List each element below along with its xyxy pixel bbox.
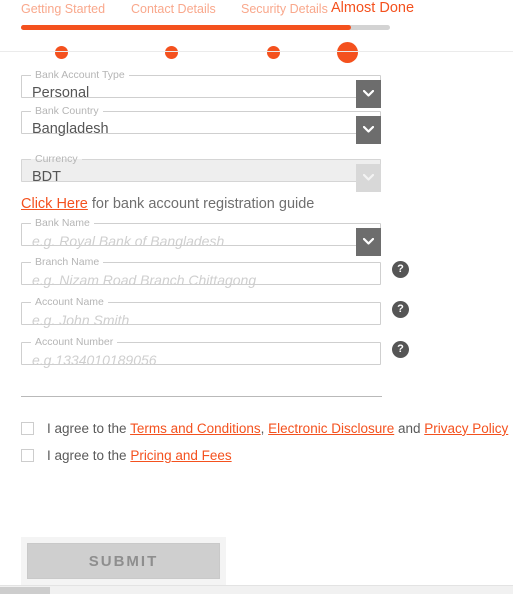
stepper-label-2: Security Details xyxy=(241,2,328,16)
field-label: Account Number xyxy=(35,336,114,348)
field-select[interactable]: Bank Name e.g. Royal Bank of Bangladesh xyxy=(21,217,381,256)
field-placeholder: e.g.1334010189056 xyxy=(32,351,157,368)
field-row: Bank Name e.g. Royal Bank of Bangladesh xyxy=(0,217,513,256)
field-row: Bank Account Type Personal xyxy=(0,69,513,108)
stepper-track xyxy=(21,25,390,63)
agreement-checkbox[interactable] xyxy=(21,421,34,435)
agreement-link[interactable]: Terms and Conditions xyxy=(130,421,261,436)
stepper-dot-0[interactable] xyxy=(54,46,68,59)
field-input[interactable]: Account Name e.g. John Smith xyxy=(21,296,381,328)
field-label: Bank Name xyxy=(35,217,90,229)
field-label: Branch Name xyxy=(35,256,100,268)
agreement-plain-text: and xyxy=(394,420,425,436)
stepper-label-0: Getting Started xyxy=(21,2,106,16)
chevron-down-icon[interactable] xyxy=(356,79,381,108)
field-select[interactable]: Bank Account Type Personal xyxy=(21,69,381,108)
registration-guide-line: Click Here for bank account registration… xyxy=(21,196,314,212)
chevron-down-icon xyxy=(356,163,381,192)
field-placeholder: e.g. Royal Bank of Bangladesh xyxy=(32,232,225,249)
field-label: Bank Account Type xyxy=(35,69,125,81)
field-placeholder: e.g. Nizam Road Branch Chittagong xyxy=(32,271,257,288)
field-row: Account Number e.g.1334010189056? xyxy=(0,337,513,369)
stepper-dot-1[interactable] xyxy=(164,46,178,59)
submit-button-container: SUBMIT xyxy=(21,537,226,585)
stepper-dot-3[interactable] xyxy=(336,42,358,63)
question-mark-icon[interactable]: ? xyxy=(392,261,409,278)
field-input[interactable]: Branch Name e.g. Nizam Road Branch Chitta… xyxy=(21,256,381,288)
field-row: Account Name e.g. John Smith? xyxy=(0,297,513,329)
field-value: Bangladesh xyxy=(32,120,109,137)
registration-guide-link[interactable]: Click Here xyxy=(21,196,88,212)
field-row: Branch Name e.g. Nizam Road Branch Chitta… xyxy=(0,257,513,289)
horizontal-scrollbar[interactable] xyxy=(0,585,513,594)
field-label: Account Name xyxy=(35,296,104,308)
agreement-row: I agree to the Terms and Conditions, Ele… xyxy=(21,420,508,447)
chevron-down-icon[interactable] xyxy=(356,115,381,144)
stepper-progress-fill xyxy=(21,25,351,30)
agreement-row: I agree to the Pricing and Fees xyxy=(21,447,501,474)
question-mark-icon[interactable]: ? xyxy=(392,341,409,358)
stepper-labels: Getting Started Contact Details Security D… xyxy=(21,0,414,20)
agreements-section: I agree to the Terms and Conditions, Ele… xyxy=(21,420,508,474)
field-row: Bank Country Bangladesh xyxy=(0,105,513,144)
field-select: Currency BDT xyxy=(21,153,381,192)
stepper-label-3: Almost Done xyxy=(331,0,415,16)
agreement-text: I agree to the Pricing and Fees xyxy=(47,448,232,463)
chevron-down-icon[interactable] xyxy=(356,227,381,256)
submit-button[interactable]: SUBMIT xyxy=(27,543,220,579)
question-mark-icon[interactable]: ? xyxy=(392,301,409,318)
agreement-link[interactable]: Privacy Policy xyxy=(424,421,508,436)
field-value: Personal xyxy=(32,84,90,101)
field-label: Currency xyxy=(35,153,78,165)
header-divider xyxy=(0,51,513,52)
progress-stepper: Getting Started Contact Details Security D… xyxy=(0,0,513,63)
field-placeholder: e.g. John Smith xyxy=(32,311,130,328)
agreement-plain-text: I agree to the xyxy=(47,420,131,436)
field-row: Currency BDT xyxy=(0,153,513,192)
field-input[interactable]: Account Number e.g.1334010189056 xyxy=(21,336,381,368)
agreement-link[interactable]: Electronic Disclosure xyxy=(268,421,394,436)
agreement-checkbox[interactable] xyxy=(21,448,34,462)
agreement-link[interactable]: Pricing and Fees xyxy=(130,448,231,463)
field-select[interactable]: Bank Country Bangladesh xyxy=(21,105,381,144)
agreement-plain-text: I agree to the xyxy=(47,447,131,463)
stepper-label-1: Contact Details xyxy=(131,2,216,16)
field-value: BDT xyxy=(32,168,61,185)
field-label: Bank Country xyxy=(35,105,99,117)
agreement-text: I agree to the Terms and Conditions, Ele… xyxy=(47,421,508,436)
registration-guide-text: for bank account registration guide xyxy=(87,196,315,212)
form-separator xyxy=(21,396,382,397)
stepper-dot-2[interactable] xyxy=(266,46,280,59)
scrollbar-thumb[interactable] xyxy=(0,587,50,594)
